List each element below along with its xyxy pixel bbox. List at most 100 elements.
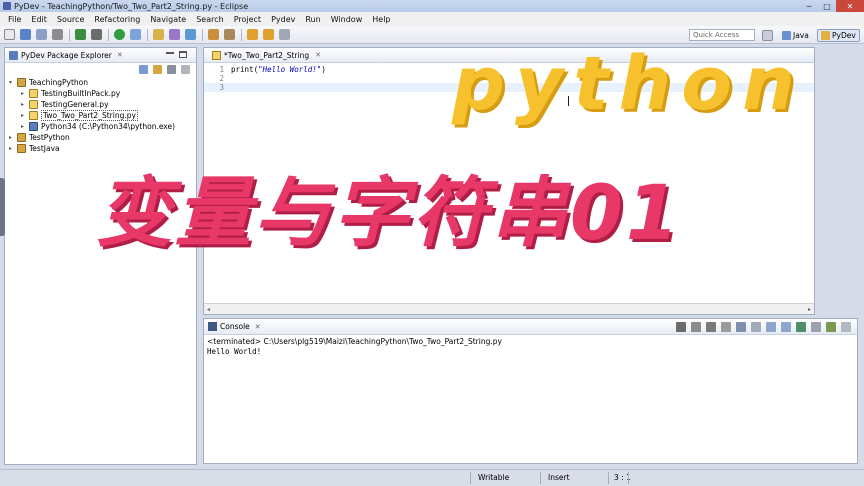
status-writable: Writable: [478, 473, 510, 482]
menu-source[interactable]: Source: [52, 15, 89, 24]
scroll-left-icon[interactable]: ◂: [207, 306, 210, 313]
save-icon[interactable]: [20, 29, 31, 40]
expand-arrow-icon[interactable]: ▸: [9, 134, 17, 141]
python-file-icon: [29, 89, 38, 98]
print-icon[interactable]: [52, 29, 63, 40]
tree-item-python34-interpreter[interactable]: ▸ Python34 (C:\Python34\python.exe): [9, 121, 196, 132]
expand-arrow-icon[interactable]: ▸: [9, 145, 17, 152]
last-edit-icon[interactable]: [279, 29, 290, 40]
menu-help[interactable]: Help: [367, 15, 395, 24]
pin-console-icon[interactable]: [796, 322, 806, 332]
view-menu-icon[interactable]: [181, 64, 190, 74]
run-icon[interactable]: [114, 29, 125, 40]
editor-horizontal-scrollbar[interactable]: ◂ ▸: [204, 303, 814, 314]
show-stdout-icon[interactable]: [766, 322, 776, 332]
status-separator: [470, 472, 471, 484]
next-annotation-icon[interactable]: [224, 29, 235, 40]
console-output[interactable]: <terminated> C:\Users\plg519\Maizi\Teach…: [204, 335, 857, 359]
forward-arrow-icon[interactable]: [263, 29, 274, 40]
expand-arrow-icon[interactable]: ▸: [21, 123, 29, 130]
status-separator: [540, 472, 541, 484]
remove-launch-icon[interactable]: [691, 322, 701, 332]
menu-run[interactable]: Run: [300, 15, 325, 24]
back-arrow-icon[interactable]: [247, 29, 258, 40]
word-wrap-icon[interactable]: [751, 322, 761, 332]
package-explorer-close-icon[interactable]: ✕: [117, 51, 123, 59]
code-paren: ): [321, 65, 326, 74]
open-console-icon[interactable]: [826, 322, 836, 332]
link-editor-icon[interactable]: [153, 64, 162, 74]
console-tab[interactable]: Console ✕: [204, 319, 857, 335]
console-icon: [208, 322, 217, 331]
open-type-icon[interactable]: [169, 29, 180, 40]
run-config-icon[interactable]: [130, 29, 141, 40]
close-window-button[interactable]: ✕: [836, 0, 864, 12]
menu-window[interactable]: Window: [326, 15, 368, 24]
window-titlebar: PyDev - TeachingPython/Two_Two_Part2_Str…: [0, 0, 864, 12]
expand-arrow-icon[interactable]: ▸: [21, 112, 29, 119]
menu-bar: File Edit Source Refactoring Navigate Se…: [0, 12, 864, 26]
code-string-literal: "Hello World!": [258, 65, 322, 74]
toolbar-separator: [202, 28, 203, 41]
save-all-icon[interactable]: [36, 29, 47, 40]
tree-item-label: TestingGeneral.py: [41, 100, 109, 109]
tree-item-testpython[interactable]: ▸ TestPython: [9, 132, 196, 143]
tree-item-testingbuiltinpack[interactable]: ▸ TestingBuiltInPack.py: [9, 88, 196, 99]
scroll-lock-icon[interactable]: [736, 322, 746, 332]
code-text: print("Hello World!"): [231, 65, 326, 74]
expand-arrow-icon[interactable]: ▸: [21, 90, 29, 97]
open-folder-icon[interactable]: [153, 29, 164, 40]
editor-tab-close-icon[interactable]: ✕: [315, 51, 321, 59]
package-explorer-tab[interactable]: PyDev Package Explorer ✕: [5, 48, 196, 63]
menu-navigate[interactable]: Navigate: [145, 15, 191, 24]
overlay-title-chinese: 变量与字符串01: [96, 168, 682, 257]
console-toolbar: [671, 322, 851, 332]
tree-item-label: TestPython: [29, 133, 70, 142]
minimize-button[interactable]: ─: [800, 0, 818, 12]
side-dock-handle[interactable]: [0, 178, 5, 236]
display-console-icon[interactable]: [811, 322, 821, 332]
tree-item-teachingpython[interactable]: ▾ TeachingPython: [9, 77, 196, 88]
pydev-perspective-icon: [821, 31, 830, 40]
collapse-all-icon[interactable]: [139, 64, 148, 74]
window-controls: ─ □ ✕: [800, 0, 864, 12]
minimize-view-icon[interactable]: [166, 51, 174, 54]
menu-pydev[interactable]: Pydev: [266, 15, 300, 24]
status-bar: Writable Insert 3 : 1: [0, 469, 864, 486]
show-stderr-icon[interactable]: [781, 322, 791, 332]
quick-access-input[interactable]: Quick Access: [689, 29, 755, 41]
perspective-pydev[interactable]: PyDev: [817, 29, 860, 42]
python-file-icon: [29, 111, 38, 120]
pydev-icon[interactable]: [75, 29, 86, 40]
menu-project[interactable]: Project: [229, 15, 266, 24]
perspective-java-label: Java: [793, 31, 809, 40]
python-file-icon: [212, 50, 221, 60]
expand-arrow-icon[interactable]: ▸: [21, 101, 29, 108]
scroll-right-icon[interactable]: ▸: [808, 306, 811, 313]
overlay-title-python: python: [452, 41, 805, 127]
tree-item-testinggeneral[interactable]: ▸ TestingGeneral.py: [9, 99, 196, 110]
view-menu-icon[interactable]: [841, 322, 851, 332]
console-terminated-line: <terminated> C:\Users\plg519\Maizi\Teach…: [207, 337, 502, 346]
terminate-icon[interactable]: [676, 322, 686, 332]
filter-icon[interactable]: [167, 64, 176, 74]
maximize-button[interactable]: □: [818, 0, 836, 12]
search-icon[interactable]: [185, 29, 196, 40]
tree-item-two-two-part2-string[interactable]: ▸ Two_Two_Part2_String.py: [9, 110, 196, 121]
menu-file[interactable]: File: [3, 15, 26, 24]
maximize-view-icon[interactable]: [179, 51, 187, 58]
annotation-icon[interactable]: [208, 29, 219, 40]
menu-search[interactable]: Search: [191, 15, 228, 24]
tree-item-label: TestingBuiltInPack.py: [41, 89, 121, 98]
tree-item-testjava[interactable]: ▸ TestJava: [9, 143, 196, 154]
menu-refactoring[interactable]: Refactoring: [89, 15, 145, 24]
debug-icon[interactable]: [91, 29, 102, 40]
open-perspective-icon[interactable]: [762, 30, 773, 41]
new-file-icon[interactable]: [4, 29, 15, 40]
clear-console-icon[interactable]: [721, 322, 731, 332]
remove-all-icon[interactable]: [706, 322, 716, 332]
menu-edit[interactable]: Edit: [26, 15, 52, 24]
toolbar-separator: [241, 28, 242, 41]
console-tab-close-icon[interactable]: ✕: [255, 323, 261, 331]
expand-arrow-icon[interactable]: ▾: [9, 79, 17, 86]
